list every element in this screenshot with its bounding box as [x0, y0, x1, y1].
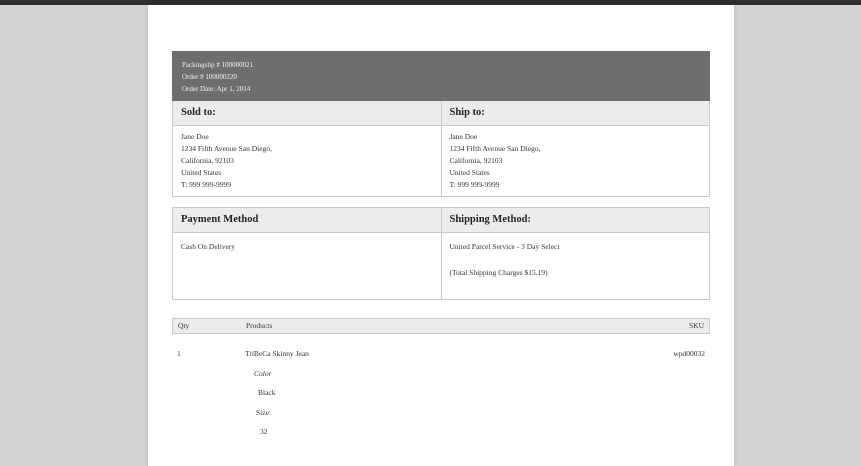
slip-header: Packingslip # 100000021 Order # 10000022… — [172, 51, 710, 101]
ship-to-title: Ship to: — [441, 101, 709, 126]
shipping-method-value: United Parcel Service - 3 Day Select — [449, 242, 560, 251]
shipping-total: (Total Shipping Charges $15.19) — [449, 268, 548, 277]
packing-slip: Packingslip # 100000021 Order # 10000022… — [172, 51, 710, 436]
item-sku: wpd00032 — [673, 349, 705, 358]
ship-to-city: California, 92103 — [449, 156, 503, 165]
item-qty: 1 — [177, 349, 181, 358]
sold-to-country: United States — [181, 168, 222, 177]
payment-method-title: Payment Method — [173, 208, 441, 233]
item-option-label: Size: — [256, 408, 272, 417]
payment-method-value: Cash On Delivery — [181, 242, 236, 251]
ship-to-column: Ship to: Jane Doe 1234 Fifth Avenue San … — [440, 101, 710, 196]
sold-to-name: Jane Doe — [181, 132, 209, 141]
item-option-label: Color — [254, 369, 272, 378]
sold-to-street: 1234 Fifth Avenue San Diego, — [181, 144, 272, 153]
address-section: Sold to: Jane Doe 1234 Fifth Avenue San … — [172, 101, 710, 197]
item-name: TriBeCa Skinny Jean — [245, 349, 309, 358]
shipping-method-body: United Parcel Service - 3 Day Select (To… — [442, 233, 710, 299]
products-column-header: Products — [246, 321, 273, 330]
sku-column-header: SKU — [688, 321, 704, 330]
ship-to-phone: T: 999 999-9999 — [449, 180, 500, 189]
ship-to-street: 1234 Fifth Avenue San Diego, — [449, 144, 541, 153]
item-option-value: 32 — [260, 427, 268, 436]
qty-column-header: Qty — [178, 321, 190, 330]
order-number: Order # 100000220 — [182, 73, 237, 81]
payment-column: Payment Method Cash On Delivery — [173, 208, 441, 299]
payment-method-body: Cash On Delivery — [173, 233, 441, 299]
item-option-value: Black — [258, 388, 276, 397]
table-row: 1 TriBeCa Skinny Jean wpd00032 Color Bla… — [172, 334, 710, 436]
sold-to-address: Jane Doe 1234 Fifth Avenue San Diego, Ca… — [173, 126, 441, 196]
document-page: Packingslip # 100000021 Order # 10000022… — [148, 5, 734, 466]
ship-to-country: United States — [449, 168, 490, 177]
shipping-method-title: Shipping Method: — [441, 208, 709, 233]
sold-to-phone: T: 999 999-9999 — [181, 180, 232, 189]
method-section: Payment Method Cash On Delivery Shipping… — [172, 207, 710, 300]
items-table-header: Qty Products SKU — [172, 318, 710, 334]
ship-to-name: Jane Doe — [449, 132, 478, 141]
sold-to-title: Sold to: — [173, 101, 441, 126]
order-date: Order Date: Apr 1, 2014 — [182, 85, 251, 93]
shipping-column: Shipping Method: United Parcel Service -… — [440, 208, 710, 299]
sold-to-column: Sold to: Jane Doe 1234 Fifth Avenue San … — [173, 101, 441, 196]
packingslip-number: Packingslip # 100000021 — [182, 61, 254, 69]
ship-to-address: Jane Doe 1234 Fifth Avenue San Diego, Ca… — [442, 126, 710, 196]
sold-to-city: California, 92103 — [181, 156, 234, 165]
